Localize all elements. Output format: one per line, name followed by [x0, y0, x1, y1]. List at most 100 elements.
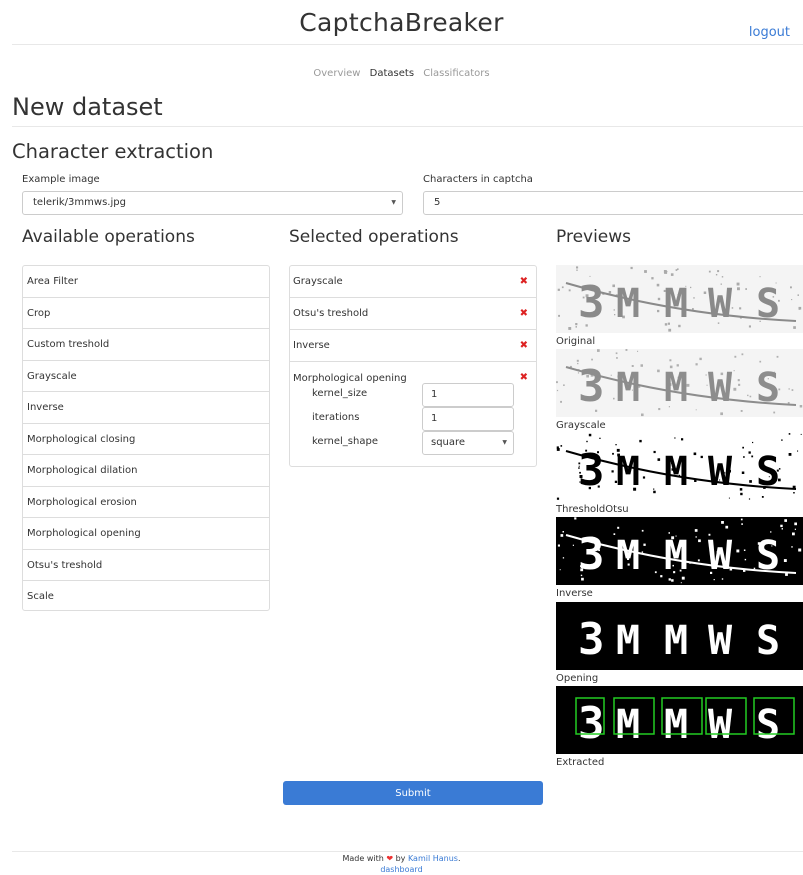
- svg-text:W: W: [708, 449, 733, 495]
- selected-item-otsus-treshold[interactable]: Otsu's treshold ✖: [290, 298, 536, 330]
- svg-text:S: S: [756, 618, 780, 664]
- svg-text:W: W: [708, 365, 733, 411]
- available-item-morphological-dilation[interactable]: Morphological dilation: [23, 455, 269, 487]
- selected-item-morphological-opening[interactable]: Morphological opening ✖ kernel_size 1 it…: [290, 362, 536, 466]
- svg-text:3: 3: [578, 529, 605, 580]
- available-item-grayscale[interactable]: Grayscale: [23, 361, 269, 392]
- svg-text:3: 3: [578, 277, 605, 328]
- kernel-shape-label: kernel_shape: [312, 436, 378, 447]
- chevron-down-icon: ▼: [391, 199, 396, 206]
- title-divider: [12, 126, 803, 127]
- svg-text:M: M: [664, 281, 688, 327]
- available-item-area-filter[interactable]: Area Filter: [23, 266, 269, 298]
- footer-made-with: Made with: [342, 854, 384, 863]
- selected-item-label: Inverse: [293, 340, 330, 351]
- svg-text:M: M: [616, 618, 640, 664]
- heart-icon: ❤: [386, 854, 394, 863]
- iterations-value: 1: [431, 413, 438, 424]
- footer: Made with ❤ by Kamil Hanus. dashboard: [0, 853, 803, 875]
- available-item-custom-treshold[interactable]: Custom treshold: [23, 329, 269, 361]
- example-image-label: Example image: [22, 174, 100, 185]
- available-item-otsus-treshold[interactable]: Otsu's treshold: [23, 550, 269, 581]
- dashboard-link[interactable]: dashboard: [380, 865, 422, 874]
- available-operations-list: Area Filter Crop Custom treshold Graysca…: [22, 265, 270, 611]
- svg-text:W: W: [708, 281, 733, 327]
- available-item-inverse[interactable]: Inverse: [23, 392, 269, 424]
- remove-icon[interactable]: ✖: [520, 330, 528, 361]
- remove-icon[interactable]: ✖: [520, 266, 528, 297]
- svg-text:W: W: [708, 533, 733, 579]
- preview-image: 3MMWS: [556, 265, 803, 333]
- remove-icon[interactable]: ✖: [520, 372, 528, 383]
- selected-item-label: Otsu's treshold: [293, 308, 369, 319]
- selected-operations-title: Selected operations: [289, 227, 459, 247]
- svg-text:W: W: [708, 618, 733, 664]
- svg-text:S: S: [756, 702, 780, 748]
- nav-overview[interactable]: Overview: [313, 68, 360, 79]
- header-divider: [12, 44, 803, 45]
- remove-icon[interactable]: ✖: [520, 298, 528, 329]
- footer-by: by: [395, 854, 406, 863]
- svg-text:3: 3: [578, 698, 605, 749]
- preview-image: 3MMWS: [556, 602, 803, 670]
- svg-text:3: 3: [578, 445, 605, 496]
- footer-divider: [12, 851, 803, 852]
- brand-title: CaptchaBreaker: [299, 8, 504, 37]
- preview-caption: Original: [556, 336, 596, 347]
- nav-classificators[interactable]: Classificators: [423, 68, 489, 79]
- submit-button[interactable]: Submit: [283, 781, 543, 805]
- svg-text:M: M: [664, 618, 688, 664]
- previews-title: Previews: [556, 227, 632, 247]
- kernel-size-label: kernel_size: [312, 388, 368, 399]
- footer-period: .: [457, 854, 461, 863]
- available-operations-title: Available operations: [22, 227, 195, 247]
- kernel-size-value: 1: [431, 389, 438, 400]
- svg-text:M: M: [664, 365, 688, 411]
- example-image-select[interactable]: telerik/3mmws.jpg ▼: [22, 191, 403, 215]
- svg-text:3: 3: [578, 361, 605, 412]
- svg-text:M: M: [664, 449, 688, 495]
- selected-item-label: Morphological opening: [293, 373, 407, 384]
- svg-text:W: W: [708, 702, 733, 748]
- svg-text:M: M: [616, 702, 640, 748]
- preview-image: 3MMWS: [556, 349, 803, 417]
- characters-input[interactable]: 5: [423, 191, 803, 215]
- available-item-crop[interactable]: Crop: [23, 298, 269, 329]
- iterations-input[interactable]: 1: [422, 407, 514, 431]
- kernel-shape-select[interactable]: square ▼: [422, 431, 514, 455]
- preview-caption: Grayscale: [556, 420, 606, 431]
- iterations-label: iterations: [312, 412, 360, 423]
- selected-item-inverse[interactable]: Inverse ✖: [290, 330, 536, 362]
- nav-datasets[interactable]: Datasets: [370, 68, 414, 79]
- svg-text:M: M: [664, 702, 688, 748]
- svg-text:M: M: [616, 533, 640, 579]
- logout-link[interactable]: logout: [749, 25, 790, 40]
- available-item-morphological-closing[interactable]: Morphological closing: [23, 424, 269, 455]
- selected-item-label: Grayscale: [293, 276, 343, 287]
- preview-caption: Opening: [556, 673, 599, 684]
- available-item-morphological-opening[interactable]: Morphological opening: [23, 518, 269, 550]
- kernel-size-input[interactable]: 1: [422, 383, 514, 407]
- preview-caption: Extracted: [556, 757, 605, 768]
- main-nav: Overview Datasets Classificators: [0, 68, 803, 79]
- preview-image: 3MMWS: [556, 686, 803, 754]
- example-image-value: telerik/3mmws.jpg: [33, 197, 126, 208]
- header: CaptchaBreaker logout: [0, 0, 803, 44]
- preview-caption: Inverse: [556, 588, 593, 599]
- svg-text:M: M: [664, 533, 688, 579]
- section-title: Character extraction: [12, 140, 214, 163]
- available-item-scale[interactable]: Scale: [23, 581, 269, 613]
- svg-text:3: 3: [578, 614, 605, 665]
- selected-operations-list: Grayscale ✖ Otsu's treshold ✖ Inverse ✖ …: [289, 265, 537, 467]
- available-item-morphological-erosion[interactable]: Morphological erosion: [23, 487, 269, 518]
- page-title: New dataset: [12, 93, 163, 121]
- svg-text:M: M: [616, 449, 640, 495]
- svg-text:M: M: [616, 281, 640, 327]
- preview-caption: ThresholdOtsu: [556, 504, 629, 515]
- preview-image: 3MMWS: [556, 517, 803, 585]
- preview-image: 3MMWS: [556, 433, 803, 501]
- author-link[interactable]: Kamil Hanus: [408, 854, 458, 863]
- selected-item-grayscale[interactable]: Grayscale ✖: [290, 266, 536, 298]
- characters-label: Characters in captcha: [423, 174, 533, 185]
- chevron-down-icon: ▼: [502, 439, 507, 446]
